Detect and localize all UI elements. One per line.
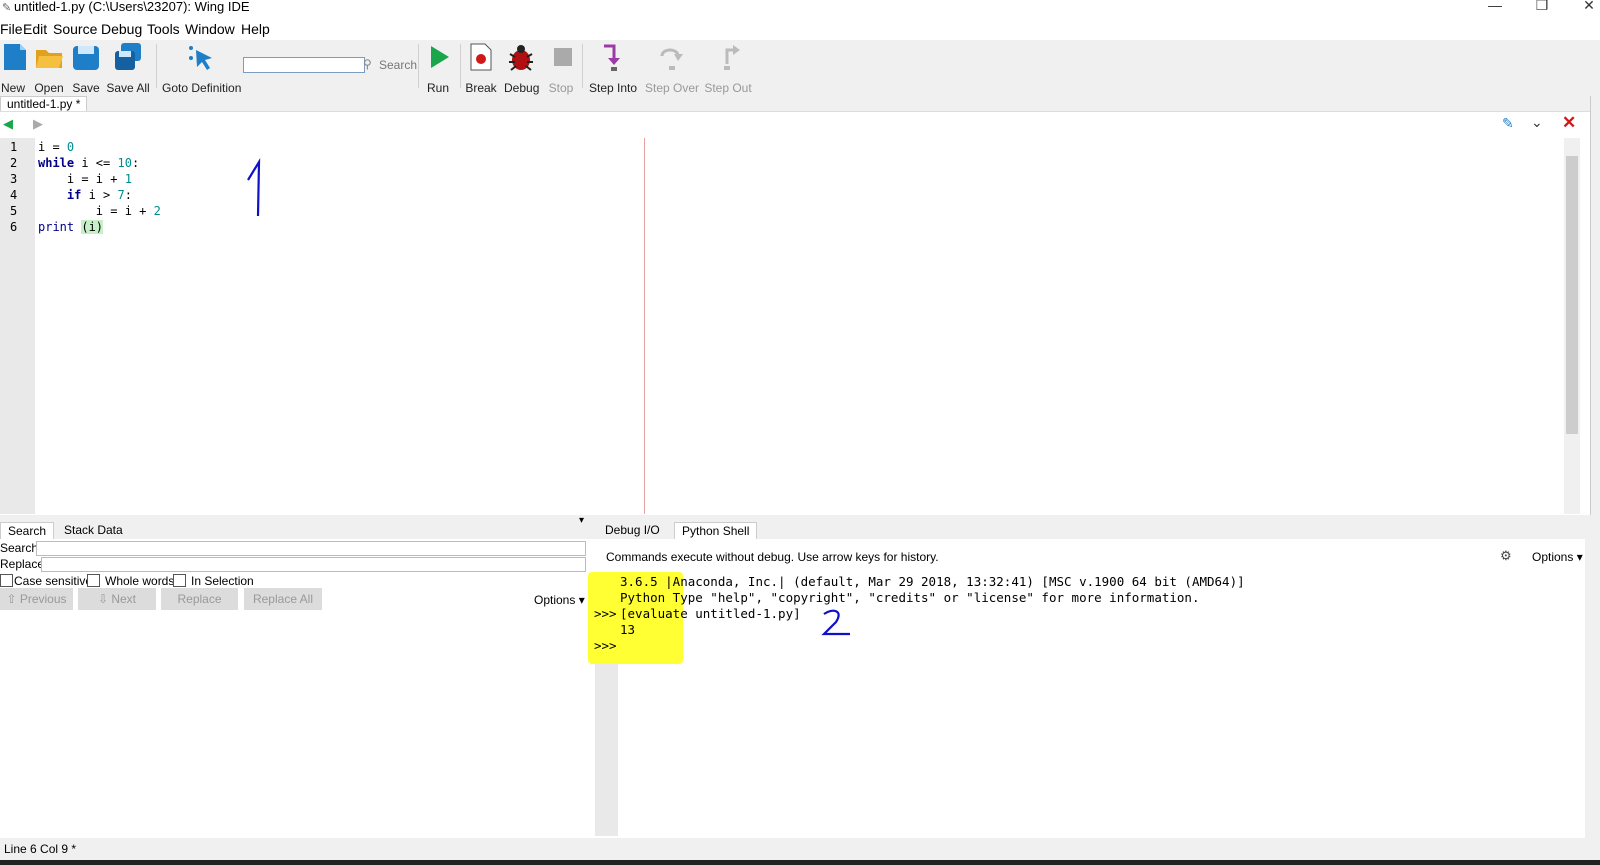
- step-over-icon: [660, 48, 683, 70]
- line-number: 1: [10, 140, 18, 154]
- in-selection-label: In Selection: [191, 574, 254, 588]
- close-editor-icon[interactable]: ✕: [1562, 113, 1576, 133]
- menu-file[interactable]: File: [0, 21, 23, 37]
- menu-bar: File Edit Source Debug Tools Window Help: [0, 18, 1600, 40]
- status-text: Line 6 Col 9 *: [4, 842, 77, 856]
- search-options-button[interactable]: Options ▾: [534, 593, 585, 607]
- shell-line: [evaluate untitled-1.py]: [620, 606, 801, 621]
- back-arrow-icon[interactable]: ◀: [3, 116, 13, 132]
- debug-button[interactable]: Debug: [504, 42, 539, 95]
- step-into-button[interactable]: Step Into: [589, 42, 637, 95]
- editor-tab[interactable]: untitled-1.py *: [0, 96, 88, 112]
- bug-icon: [509, 45, 533, 71]
- search-input[interactable]: [243, 57, 365, 73]
- breakpoint-icon: [470, 43, 492, 71]
- forward-arrow-icon[interactable]: ▶: [33, 116, 43, 132]
- shell-info-text: Commands execute without debug. Use arro…: [606, 550, 939, 564]
- search-field[interactable]: [36, 541, 586, 556]
- editor-nav-bar: ◀ ▶ ✎ ⌄ ✕: [0, 111, 1600, 138]
- play-icon: [431, 46, 449, 68]
- code-line: i = i + 1: [38, 172, 132, 186]
- code-line: print (i): [38, 220, 104, 234]
- run-button[interactable]: Run: [424, 42, 452, 95]
- status-bar: Line 6 Col 9 *: [0, 838, 1600, 860]
- next-button[interactable]: ⇩ Next: [78, 588, 156, 610]
- case-sensitive-checkbox[interactable]: [0, 574, 13, 587]
- dropdown-icon[interactable]: ⌄: [1531, 114, 1543, 131]
- replace-all-button[interactable]: Replace All: [244, 588, 322, 610]
- pin-icon[interactable]: ✎: [1502, 115, 1514, 132]
- tab-stack-data[interactable]: Stack Data: [57, 522, 130, 538]
- menu-window[interactable]: Window: [185, 21, 235, 37]
- code-line: if i > 7:: [66, 188, 132, 202]
- menu-tools[interactable]: Tools: [147, 21, 180, 37]
- save-all-button[interactable]: Save All: [106, 42, 150, 95]
- tab-debug-io[interactable]: Debug I/O: [598, 522, 667, 538]
- pencil-icon: ✎: [2, 2, 12, 14]
- toolbar: New Open Save Save All Goto Definition ⚲…: [0, 40, 1600, 96]
- shell-prompt: >>>: [594, 638, 617, 653]
- side-tool-tabs[interactable]: [1590, 96, 1600, 516]
- shell-prompt: >>>: [594, 606, 617, 621]
- new-file-icon: [4, 44, 26, 70]
- goto-definition-button[interactable]: Goto Definition: [162, 42, 241, 95]
- in-selection-checkbox[interactable]: [173, 574, 186, 587]
- window-title: untitled-1.py (C:\Users\23207): Wing IDE: [14, 0, 250, 14]
- replace-field[interactable]: [41, 557, 586, 572]
- previous-button[interactable]: ⇧ Previous: [0, 588, 73, 610]
- editor-scrollbar-thumb[interactable]: [1566, 156, 1578, 434]
- search-icon[interactable]: ⚲: [363, 57, 372, 71]
- folder-open-icon: [36, 50, 63, 68]
- stop-icon: [554, 48, 572, 66]
- code-line: while i <= 10:: [38, 156, 140, 170]
- minimize-icon[interactable]: —: [1480, 0, 1510, 13]
- stop-button[interactable]: Stop: [548, 42, 574, 95]
- step-into-icon: [604, 44, 620, 71]
- line-number: 2: [10, 156, 18, 170]
- case-sensitive-label: Case sensitive: [14, 574, 93, 588]
- handwritten-annotation-2: [821, 609, 850, 636]
- line-number: 5: [10, 204, 18, 218]
- tab-python-shell[interactable]: Python Shell: [674, 522, 758, 539]
- step-over-button[interactable]: Step Over: [645, 42, 699, 95]
- panel-menu-icon[interactable]: ▾: [579, 515, 584, 526]
- code-line: i = 0: [38, 140, 75, 154]
- tab-search[interactable]: Search: [0, 522, 55, 539]
- whole-words-checkbox[interactable]: [87, 574, 100, 587]
- open-button[interactable]: Open: [33, 42, 65, 95]
- whole-words-label: Whole words: [105, 574, 175, 588]
- shell-options-button[interactable]: Options ▾: [1532, 550, 1583, 564]
- title-bar: ✎ untitled-1.py (C:\Users\23207): Wing I…: [0, 0, 1600, 16]
- cursor-arrow-icon: [189, 46, 212, 70]
- save-button[interactable]: Save: [71, 42, 101, 95]
- menu-help[interactable]: Help: [241, 21, 270, 37]
- step-out-icon: [724, 45, 740, 70]
- line-number: 3: [10, 172, 18, 186]
- edge-guide-line: [644, 138, 645, 514]
- shell-line: 3.6.5 |Anaconda, Inc.| (default, Mar 29 …: [620, 574, 1245, 589]
- line-number-gutter: 1 2 3 4 5 6: [0, 138, 35, 514]
- break-button[interactable]: Break: [465, 42, 497, 95]
- search-label[interactable]: Search: [379, 58, 417, 72]
- new-button[interactable]: New: [0, 42, 26, 95]
- replace-button[interactable]: Replace: [161, 588, 238, 610]
- handwritten-annotation-1: [247, 158, 261, 217]
- restore-icon[interactable]: ❐: [1527, 0, 1557, 14]
- close-icon[interactable]: ✕: [1574, 0, 1600, 14]
- menu-debug[interactable]: Debug: [101, 21, 142, 37]
- save-all-icon: [115, 43, 141, 70]
- code-line: i = i + 2: [38, 204, 161, 218]
- shell-line: 13: [620, 622, 636, 637]
- shell-line: Python Type "help", "copyright", "credit…: [620, 590, 1200, 605]
- menu-source[interactable]: Source: [53, 21, 97, 37]
- shell-settings-icon[interactable]: ⚙: [1500, 548, 1512, 564]
- save-icon: [73, 46, 99, 70]
- line-number: 6: [10, 220, 18, 234]
- menu-edit[interactable]: Edit: [23, 21, 47, 37]
- step-out-button[interactable]: Step Out: [704, 42, 752, 95]
- line-number: 4: [10, 188, 18, 202]
